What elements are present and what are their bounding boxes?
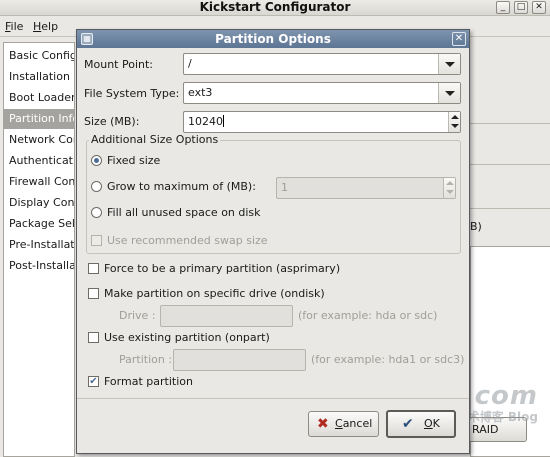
menu-help[interactable]: Help — [33, 20, 58, 34]
ok-label: OK — [424, 417, 440, 430]
grow-max-radio[interactable] — [91, 181, 102, 192]
partition-input — [173, 349, 306, 371]
fill-all-label[interactable]: Fill all unused space on disk — [107, 206, 261, 220]
fixed-size-label[interactable]: Fixed size — [107, 154, 160, 168]
format-partition-label[interactable]: Format partition — [104, 375, 193, 389]
sidebar-item-firewall-configuration[interactable]: Firewall Configuration — [9, 172, 74, 192]
grow-max-spinbox: 1 — [276, 177, 456, 199]
onpart-checkbox[interactable] — [88, 332, 99, 343]
sidebar-item-package-selection[interactable]: Package Selection — [9, 214, 74, 234]
recommended-swap-checkbox — [91, 235, 102, 246]
grow-max-value: 1 — [281, 181, 288, 194]
button-area-divider — [77, 398, 469, 399]
file-system-type-value[interactable]: ext3 — [188, 86, 212, 100]
mount-point-combo[interactable]: / — [183, 53, 461, 75]
divider — [470, 123, 550, 124]
drive-input — [160, 305, 293, 327]
ok-icon: ✔ — [402, 416, 414, 432]
dialog-title-bar[interactable]: ▦ Partition Options ✕ — [77, 30, 469, 48]
divider — [470, 208, 550, 209]
recommended-swap-label: Use recommended swap size — [107, 234, 268, 247]
fill-all-radio[interactable] — [91, 207, 102, 218]
size-spin-buttons[interactable] — [448, 112, 460, 132]
sidebar-item-basic-configuration[interactable]: Basic Configuration — [9, 46, 74, 66]
menu-file[interactable]: File — [5, 20, 23, 34]
cancel-label: Cancel — [335, 417, 373, 430]
fixed-size-radio[interactable] — [91, 155, 102, 166]
grow-max-label[interactable]: Grow to maximum of (MB): — [107, 180, 256, 194]
main-window-title: Kickstart Configurator — [199, 0, 351, 14]
close-icon[interactable]: ✕ — [452, 32, 466, 46]
size-label: Size (MB): — [84, 115, 140, 128]
partition-table-header-fragment: B) — [470, 220, 482, 233]
maximize-button[interactable]: □ — [514, 1, 528, 14]
main-content-panel: B) RAID — [467, 42, 550, 457]
size-spinbox[interactable]: 10240 — [183, 111, 461, 133]
drive-hint: (for example: hda or sdc) — [298, 309, 438, 322]
sidebar-item-authentication[interactable]: Authentication — [9, 151, 74, 171]
close-window-button[interactable]: ✕ — [532, 1, 546, 14]
partition-options-dialog: ▦ Partition Options ✕ Mount Point: / Fil… — [76, 29, 470, 454]
file-system-type-label: File System Type: — [84, 87, 180, 100]
partition-label: Partition : — [119, 353, 173, 366]
sidebar-item-boot-loader[interactable]: Boot Loader Options — [9, 88, 74, 108]
sidebar-item-post-installation-script[interactable]: Post-Installation Script — [9, 256, 74, 276]
sidebar-item-partition-information[interactable]: Partition Information — [4, 109, 74, 129]
force-primary-label[interactable]: Force to be a primary partition (asprima… — [104, 262, 340, 276]
sidebar-item-pre-installation-script[interactable]: Pre-Installation Script — [9, 235, 74, 255]
sidebar: Basic Configuration Installation Method … — [3, 42, 75, 457]
minimize-button[interactable]: _ — [496, 1, 510, 14]
force-primary-checkbox[interactable] — [88, 263, 99, 274]
onpart-label[interactable]: Use existing partition (onpart) — [104, 331, 270, 345]
main-title-bar: Kickstart Configurator _ □ ✕ — [0, 0, 550, 16]
grow-max-spin-buttons — [443, 178, 455, 198]
format-partition-checkbox[interactable]: ✔ — [88, 376, 99, 387]
file-system-type-combo[interactable]: ext3 — [183, 82, 461, 104]
chevron-down-icon[interactable] — [438, 83, 460, 103]
sidebar-item-installation-method[interactable]: Installation Method — [9, 67, 74, 87]
raid-button[interactable]: RAID — [467, 417, 527, 442]
mount-point-label: Mount Point: — [84, 58, 153, 71]
partition-hint: (for example: hda1 or sdc3) — [311, 353, 465, 366]
sidebar-item-display-configuration[interactable]: Display Configuration — [9, 193, 74, 213]
ondisk-checkbox[interactable] — [88, 288, 99, 299]
size-value[interactable]: 10240 — [188, 115, 224, 129]
sidebar-item-network-configuration[interactable]: Network Configuration — [9, 130, 74, 150]
ok-button[interactable]: ✔ OK — [386, 410, 456, 438]
mount-point-value[interactable]: / — [188, 57, 192, 71]
additional-size-options-title: Additional Size Options — [89, 133, 221, 147]
chevron-down-icon[interactable] — [438, 54, 460, 74]
drive-label: Drive : — [119, 309, 156, 322]
divider — [470, 164, 550, 165]
cancel-icon: ✖ — [317, 416, 329, 432]
ondisk-label[interactable]: Make partition on specific drive (ondisk… — [104, 287, 325, 301]
dialog-title: Partition Options — [215, 32, 331, 46]
cancel-button[interactable]: ✖ Cancel — [308, 411, 379, 437]
